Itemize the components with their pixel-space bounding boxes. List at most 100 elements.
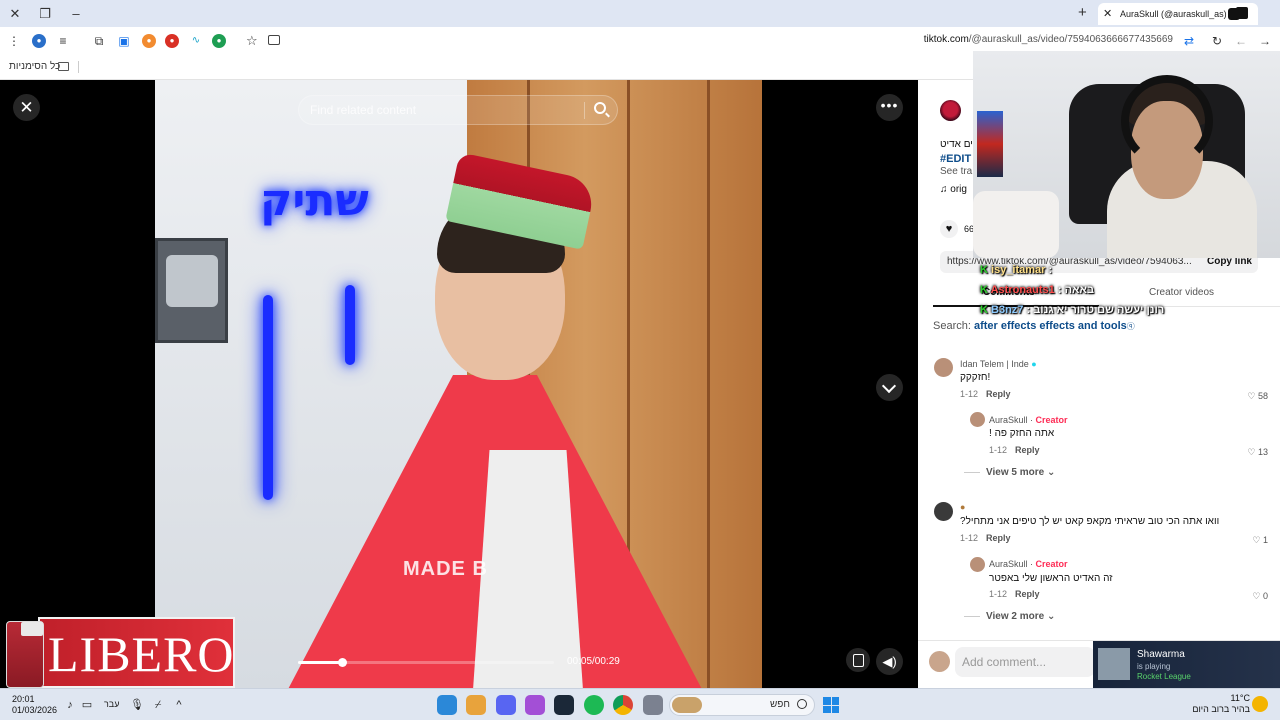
next-video-button[interactable] [876, 374, 903, 401]
volume-tray-icon[interactable]: ♪ [63, 698, 77, 712]
wall-frame [155, 238, 228, 343]
discord-icon[interactable] [496, 695, 516, 715]
menu-icon[interactable]: ⋮ [7, 34, 21, 48]
player-status: is playing [1137, 662, 1171, 671]
reply-button[interactable]: Reply [1015, 445, 1040, 455]
white-shirt [473, 450, 583, 688]
chrome-icon[interactable] [613, 695, 633, 715]
libero-brand: LIBERO [48, 626, 235, 682]
spotify-icon[interactable] [584, 695, 604, 715]
close-window-icon[interactable]: ✕ [5, 5, 25, 23]
reply-text: זה האדיט הראשון שלי באפטר [989, 573, 1113, 584]
music-note-icon: ♫ [940, 184, 951, 195]
video-progress-bar[interactable] [298, 658, 554, 667]
reply-avatar[interactable] [970, 412, 985, 427]
comment-text: ?וואו אתה הכי טוב שראיתי מקאפ קאט יש לך … [960, 516, 1220, 527]
language-indicator[interactable]: עבר [104, 699, 119, 709]
caption-hashtag[interactable]: #EDIT [940, 153, 971, 165]
video-stage: שתיק MADE B Find related content ✕ ••• ◀… [0, 80, 918, 688]
restore-window-icon[interactable]: ❐ [35, 5, 55, 23]
new-tab-button[interactable]: + [1078, 5, 1087, 21]
comment-text: חזקקק! [960, 372, 991, 383]
extension-red-icon[interactable]: ● [165, 34, 179, 48]
video-player[interactable]: שתיק MADE B [155, 80, 762, 688]
taskbar-clock[interactable]: 20:01 01/03/2026 [12, 694, 57, 716]
forward-icon[interactable]: ← [1234, 34, 1248, 48]
extension-icon[interactable]: ▣ [117, 34, 131, 48]
app-icon[interactable] [525, 695, 545, 715]
creator-avatar[interactable] [940, 100, 961, 121]
comment-like[interactable]: ♡ 1 [1252, 535, 1268, 546]
wifi-off-icon[interactable]: ⌿ [151, 698, 165, 712]
extension-orange-icon[interactable]: ● [142, 34, 156, 48]
extension-teal-icon[interactable]: ∿ [189, 34, 203, 48]
taskbar-search[interactable]: חפש [669, 694, 815, 716]
close-tab-icon[interactable]: ✕ [1103, 3, 1112, 25]
search-suggestion[interactable]: Search: after effects effects and toolsⓠ [933, 320, 1135, 332]
comment-username[interactable]: Idan Telem | Inde ● [960, 359, 1037, 369]
tab-title: AuraSkull (@auraskull_as) | [1120, 9, 1232, 19]
video-caption-text: MADE B [403, 558, 488, 580]
translate-icon[interactable]: ⇄ [1182, 34, 1196, 48]
app-icon[interactable] [437, 695, 457, 715]
weather-widget[interactable]: 11°C בהיר ברוב היום [1170, 693, 1250, 715]
file-explorer-icon[interactable] [643, 695, 663, 715]
extension-green-icon[interactable]: ● [212, 34, 226, 48]
webcam-overlay [973, 51, 1280, 258]
search-icon[interactable] [594, 102, 606, 114]
app-icon[interactable] [466, 695, 486, 715]
perfume-bottle [6, 621, 44, 688]
reload-icon[interactable]: ↻ [1210, 34, 1224, 48]
reply-like[interactable]: ♡ 0 [1252, 591, 1268, 602]
my-avatar [929, 651, 950, 672]
comment-avatar[interactable] [934, 502, 953, 521]
tray-overflow-icon[interactable]: ^ [172, 698, 186, 712]
neon-bar [345, 285, 355, 365]
reply-button[interactable]: Reply [1015, 589, 1040, 599]
microphone-icon[interactable]: 🎙 [130, 698, 144, 712]
comment-meta: 1-12 Reply [960, 389, 1011, 399]
add-comment-input[interactable]: Add comment... [955, 647, 1095, 677]
tab-search-icon[interactable] [1236, 7, 1248, 19]
picture-in-picture-icon[interactable] [846, 648, 870, 672]
comment-username[interactable]: ● [960, 502, 965, 512]
steam-icon[interactable] [554, 695, 574, 715]
chat-message: K isy_itamar : [980, 264, 1053, 276]
volume-icon[interactable]: ◀) [876, 648, 903, 675]
like-heart-icon[interactable]: ♥ [940, 220, 958, 238]
weather-sun-icon [1252, 696, 1268, 712]
bookmark-star-icon[interactable]: ☆ [246, 33, 258, 49]
reply-username[interactable]: AuraSkull · Creator [989, 559, 1068, 569]
related-content-search[interactable]: Find related content [298, 95, 618, 125]
network-tray-icon[interactable]: ▭ [80, 698, 94, 712]
all-bookmarks-label[interactable]: כל הסימניות [9, 61, 60, 72]
windows-start-icon[interactable] [823, 697, 839, 713]
address-bar[interactable]: ☆ tiktok.com/@auraskull_as/video/7594063… [236, 30, 1199, 53]
folder-icon [58, 62, 69, 71]
view-more-replies[interactable]: View 5 more ⌄ [964, 467, 1055, 478]
progress-fill [298, 661, 342, 664]
progress-knob[interactable] [337, 658, 347, 667]
reading-list-icon[interactable]: ≡ [56, 34, 70, 48]
extensions-icon[interactable]: ⧉ [92, 34, 106, 48]
sound-row[interactable]: ♫ orig [940, 184, 967, 195]
profile-icon[interactable]: ● [32, 34, 46, 48]
reply-username[interactable]: AuraSkull · Creator [989, 415, 1068, 425]
reply-avatar[interactable] [970, 557, 985, 572]
comment-like[interactable]: ♡ 58 [1247, 391, 1268, 402]
comment-avatar[interactable] [934, 358, 953, 377]
minimize-window-icon[interactable]: – [66, 5, 86, 23]
reply-button[interactable]: Reply [986, 389, 1011, 399]
cast-icon[interactable] [268, 35, 280, 45]
see-translation[interactable]: See tra [940, 166, 972, 177]
view-more-replies[interactable]: View 2 more ⌄ [964, 611, 1055, 622]
back-icon[interactable]: → [1258, 34, 1272, 48]
reply-button[interactable]: Reply [986, 533, 1011, 543]
search-placeholder: Find related content [310, 103, 417, 117]
windows-taskbar: 20:01 01/03/2026 ♪ ▭ עבר 🎙 ⌿ ^ חפש 11°C בה… [0, 688, 1280, 720]
now-playing-overlay: Shawarma is playing Rocket League [1093, 641, 1280, 688]
close-video-button[interactable]: ✕ [13, 94, 40, 121]
active-tab[interactable]: ✕ AuraSkull (@auraskull_as) | [1098, 3, 1258, 25]
reply-like[interactable]: ♡ 13 [1247, 447, 1268, 458]
more-options-icon[interactable]: ••• [876, 94, 903, 121]
